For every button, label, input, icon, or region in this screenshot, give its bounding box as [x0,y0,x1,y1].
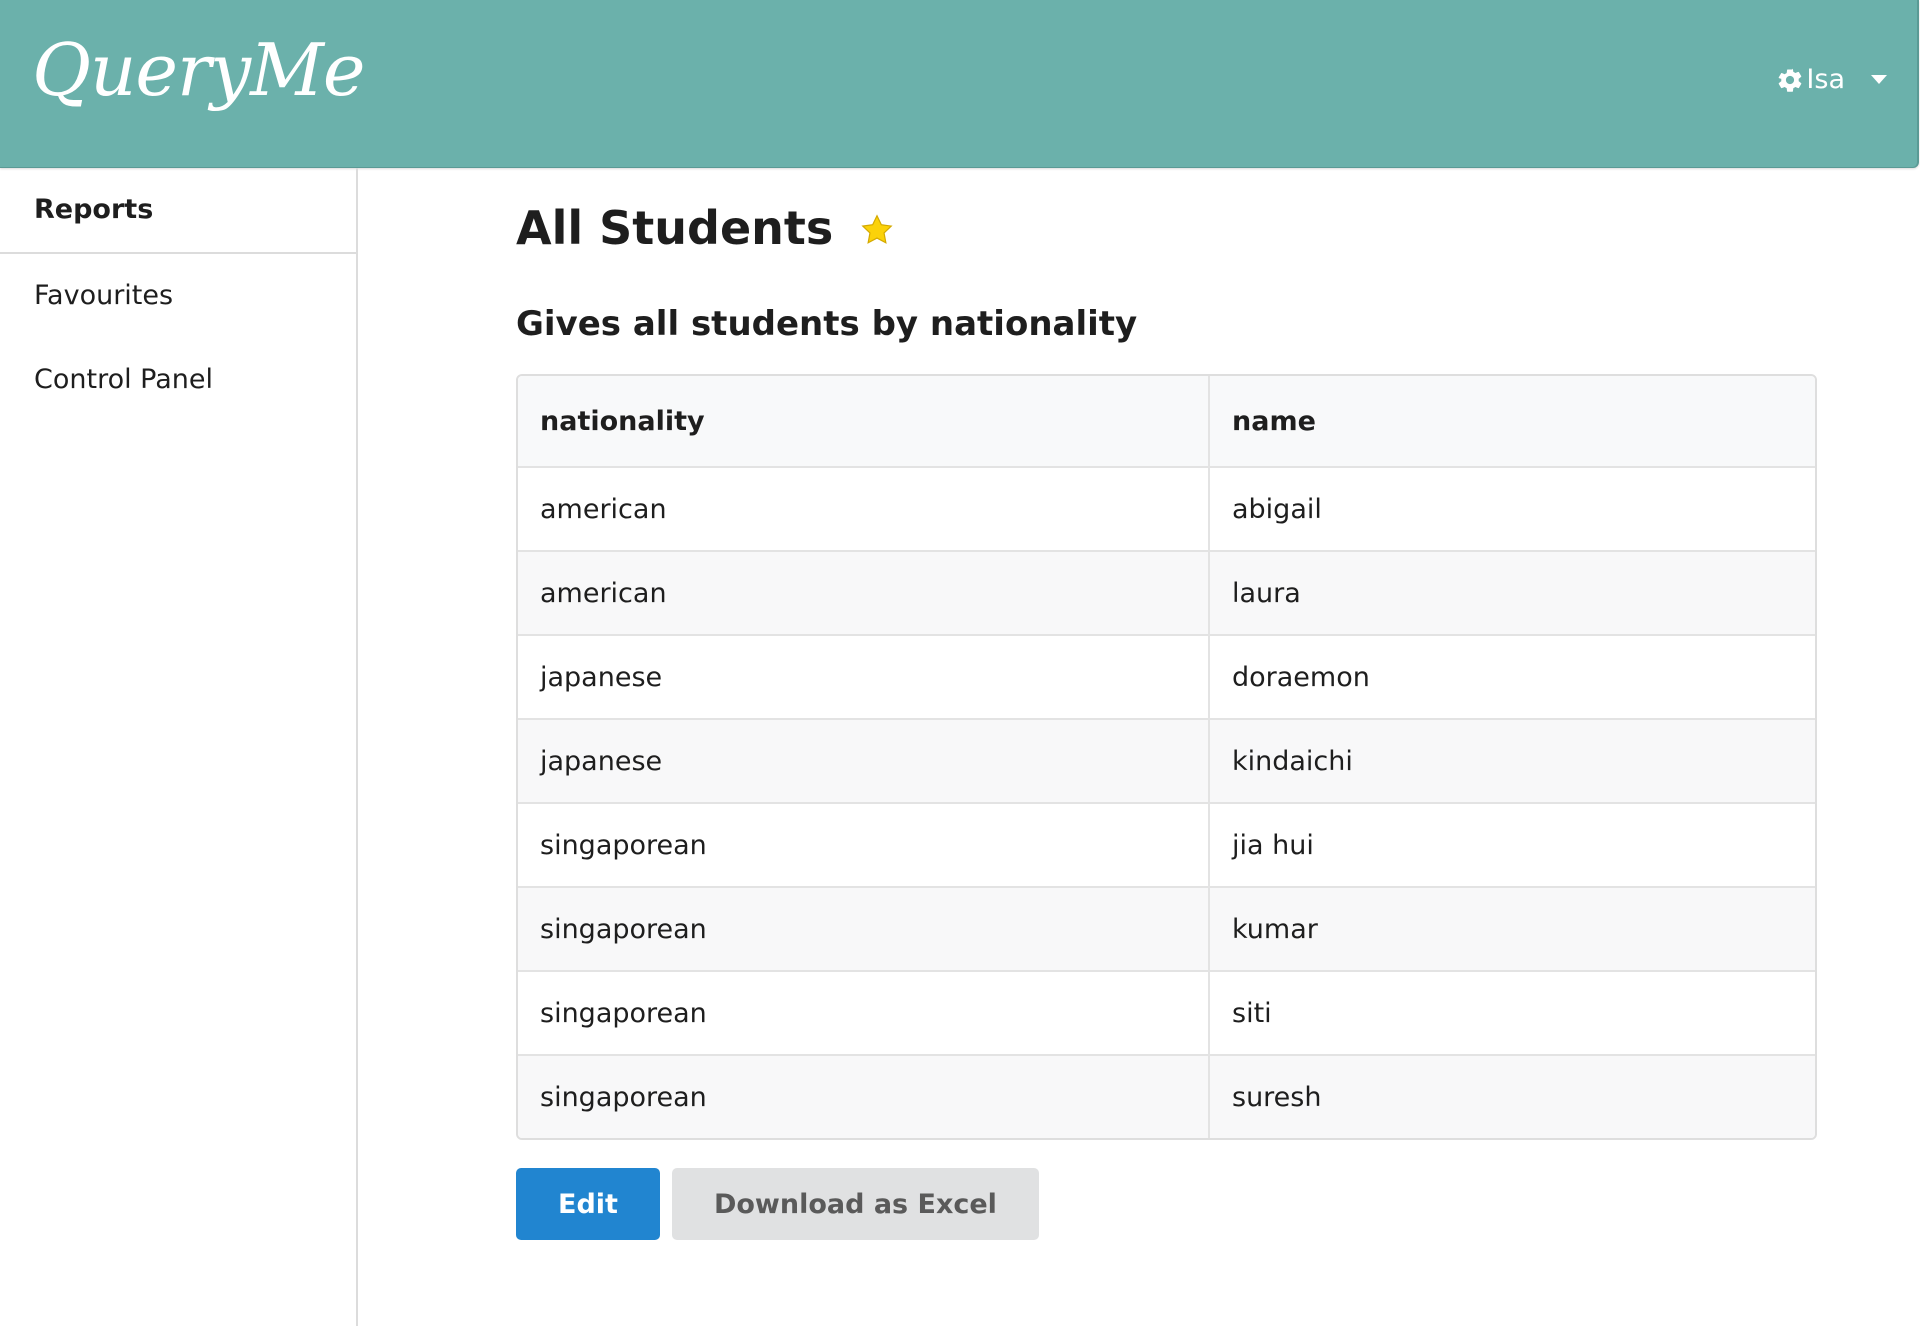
sidebar: Reports Favourites Control Panel [0,168,358,1326]
cell-name: jia hui [1210,804,1815,888]
top-navbar: QueryMe Isa [0,0,1919,168]
cell-nationality: japanese [518,720,1210,804]
gear-icon [1779,68,1802,92]
cell-nationality: american [518,552,1210,636]
download-excel-button[interactable]: Download as Excel [671,1168,1039,1240]
cell-name: laura [1210,552,1815,636]
cell-nationality: japanese [518,636,1210,720]
page-title-row: All Students [516,198,1816,258]
edit-button[interactable]: Edit [516,1168,660,1240]
cell-name: kumar [1210,888,1815,972]
cell-nationality: singaporean [518,804,1210,888]
table-row: american laura [518,552,1815,636]
cell-nationality: singaporean [518,888,1210,972]
cell-name: abigail [1210,468,1815,552]
main-content: All Students Gives all students by natio… [516,168,1817,1240]
table-row: japanese kindaichi [518,720,1815,804]
user-menu-dropdown[interactable]: Isa [1776,64,1887,95]
sidebar-item-favourites[interactable]: Favourites [0,254,356,338]
cell-nationality: singaporean [518,972,1210,1056]
cell-nationality: singaporean [518,1056,1210,1138]
table-row: singaporean jia hui [518,804,1815,888]
cell-name: doraemon [1210,636,1815,720]
results-table: nationality name american abigail americ… [516,374,1817,1140]
sidebar-item-reports[interactable]: Reports [0,168,356,254]
report-actions: Edit Download as Excel [516,1168,1816,1240]
table-row: singaporean kumar [518,888,1815,972]
cell-name: kindaichi [1210,720,1815,804]
app-logo[interactable]: QueryMe [32,28,365,112]
table-row: japanese doraemon [518,636,1815,720]
column-header-nationality[interactable]: nationality [518,376,1210,468]
page-title: All Students [516,201,834,255]
report-description: Gives all students by nationality [516,304,1138,344]
sidebar-item-control-panel[interactable]: Control Panel [0,338,356,422]
cell-nationality: american [518,468,1210,552]
chevron-down-icon [1871,75,1887,84]
table-header-row: nationality name [518,376,1815,468]
cell-name: siti [1210,972,1815,1056]
cell-name: suresh [1210,1056,1815,1138]
table-row: singaporean suresh [518,1056,1815,1138]
table-row: singaporean siti [518,972,1815,1056]
user-name: Isa [1806,64,1845,95]
star-icon[interactable] [859,212,895,248]
column-header-name[interactable]: name [1210,376,1815,468]
table-row: american abigail [518,468,1815,552]
